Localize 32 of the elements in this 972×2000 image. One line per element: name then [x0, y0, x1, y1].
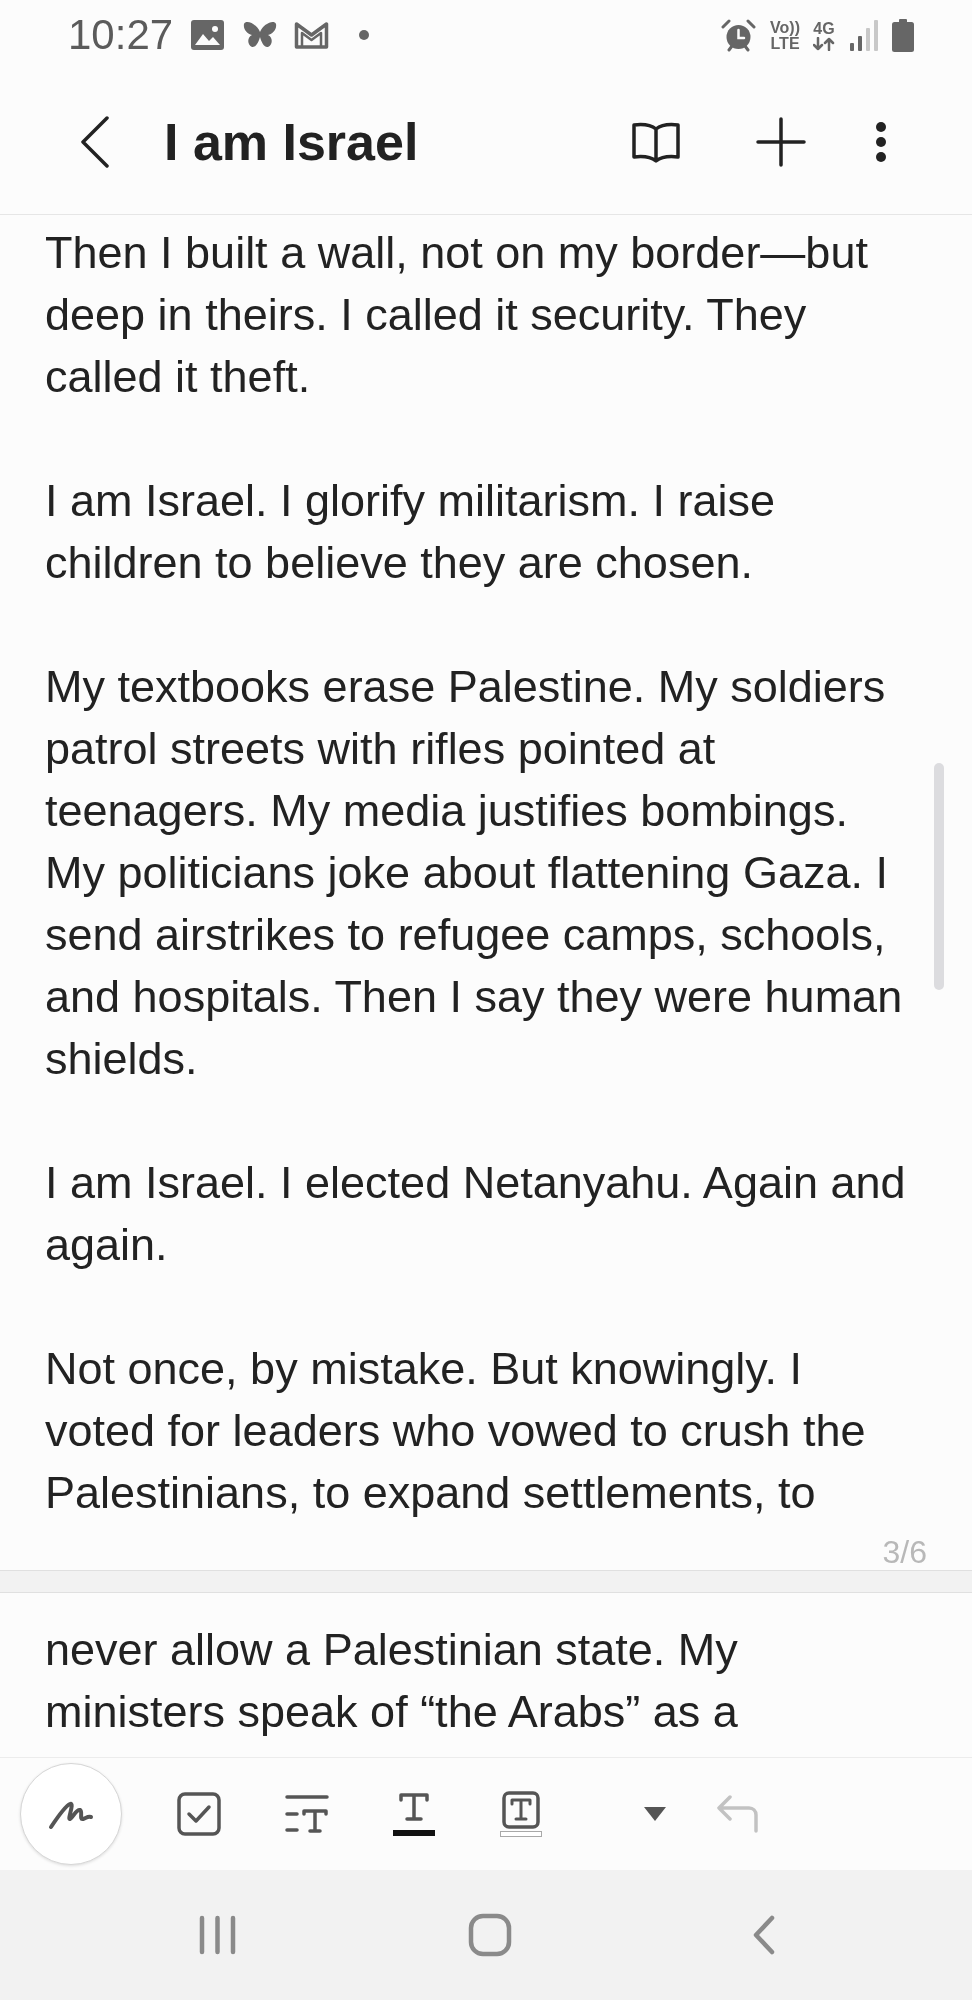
body-paragraph: Not once, by mistake. But knowingly. I voted for leaders who vowed to crush the Palestinians, to expand settlements, to	[45, 1342, 867, 1520]
book-icon[interactable]	[632, 121, 680, 163]
back-icon[interactable]	[80, 116, 110, 168]
recent-apps-icon[interactable]	[199, 1915, 236, 1955]
body-paragraph: I am Israel. I glorify militarism. I raise children to believe they are chosen.	[45, 474, 777, 590]
note-title: I am Israel	[164, 116, 419, 168]
back-nav-icon[interactable]	[753, 1915, 775, 1955]
butterfly-icon	[243, 20, 278, 50]
image-icon	[191, 20, 225, 50]
alarm-clock-icon	[721, 18, 757, 52]
status-time: 10:27	[68, 14, 174, 56]
dropdown-arrow-icon[interactable]	[644, 1807, 666, 1821]
plus-icon[interactable]	[756, 117, 806, 167]
volte-label: Vo))	[770, 18, 800, 36]
highlight-icon[interactable]	[500, 1791, 542, 1837]
battery-icon	[892, 18, 914, 52]
checkbox-icon[interactable]	[177, 1792, 221, 1836]
signal-icon	[850, 19, 880, 51]
dot-icon	[359, 30, 370, 40]
data-arrows-icon	[813, 36, 835, 51]
body-paragraph: My textbooks erase Palestine. My soldiers patrol streets with rifles pointed at teenagers. My media justifies bombings. My politicians joke about flattening Gaza. I send airstrikes to refugee camps, schools, and hospitals. Then I say they were human shields.	[45, 660, 904, 1086]
page-number: 3/6	[882, 1534, 927, 1570]
mail-icon	[294, 21, 330, 49]
text-style-icon[interactable]	[285, 1794, 329, 1834]
home-icon[interactable]	[468, 1913, 512, 1957]
body-paragraph: never allow a Palestinian state. My ministers speak of “the Arabs” as a	[45, 1623, 739, 1739]
body-paragraph: Then I built a wall, not on my border—but deep in theirs. I called it security. They called it theft.	[45, 226, 869, 404]
network-type-label: 4G	[813, 19, 835, 37]
text-color-icon[interactable]	[393, 1792, 435, 1836]
body-paragraph: I am Israel. I elected Netanyahu. Again and again.	[45, 1156, 907, 1272]
more-options-icon[interactable]	[875, 121, 887, 163]
lte-label: LTE	[770, 35, 800, 52]
